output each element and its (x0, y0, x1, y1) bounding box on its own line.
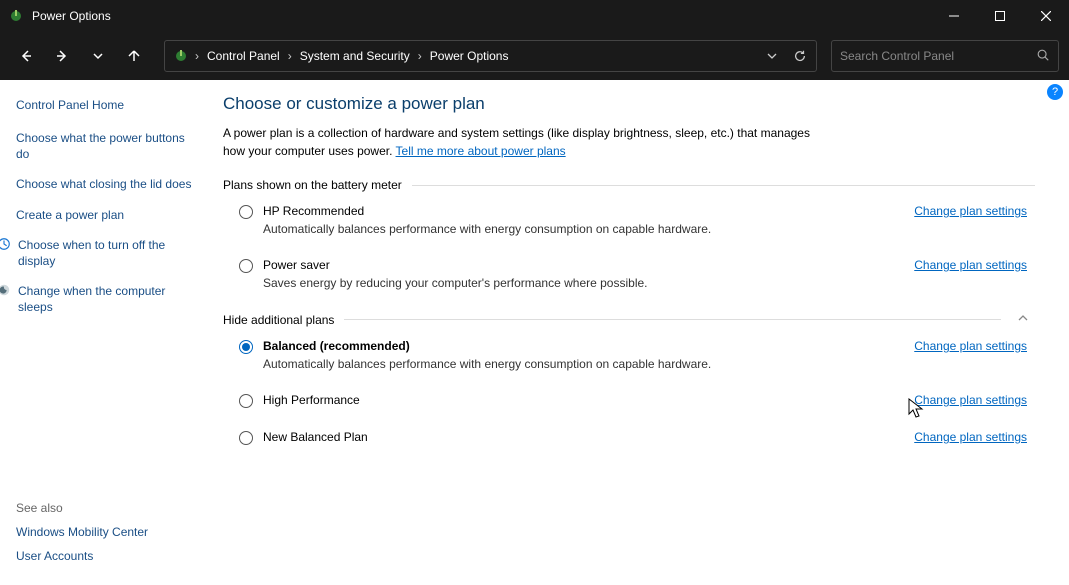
plan-title[interactable]: HP Recommended (263, 204, 364, 218)
radio-hp-recommended[interactable] (239, 205, 253, 219)
minimize-button[interactable] (931, 0, 977, 32)
see-also-label: See also (16, 501, 195, 515)
sidebar-link-turn-off-display[interactable]: Choose when to turn off the display (0, 237, 195, 269)
change-plan-settings-link[interactable]: Change plan settings (914, 430, 1035, 444)
radio-balanced[interactable] (239, 340, 253, 354)
plan-new-balanced: New Balanced Plan Change plan settings (223, 430, 1035, 449)
display-icon (0, 237, 12, 251)
change-plan-settings-link[interactable]: Change plan settings (914, 258, 1035, 272)
intro-text: A power plan is a collection of hardware… (223, 124, 823, 160)
divider (344, 319, 1001, 320)
window-title: Power Options (32, 9, 931, 23)
sidebar-link-create-plan[interactable]: Create a power plan (16, 207, 195, 223)
app-icon (8, 8, 24, 24)
titlebar: Power Options (0, 0, 1069, 32)
tell-me-more-link[interactable]: Tell me more about power plans (396, 144, 566, 158)
plan-title[interactable]: Balanced (recommended) (263, 339, 410, 353)
close-button[interactable] (1023, 0, 1069, 32)
sidebar-item-label: Choose when to turn off the display (18, 237, 195, 269)
maximize-button[interactable] (977, 0, 1023, 32)
page-title: Choose or customize a power plan (223, 94, 1035, 114)
change-plan-settings-link[interactable]: Change plan settings (914, 339, 1035, 353)
sleep-icon (0, 283, 12, 297)
seealso-user-accounts[interactable]: User Accounts (16, 549, 195, 563)
sidebar: Control Panel Home Choose what the power… (0, 80, 205, 585)
plan-high-performance: High Performance Change plan settings (223, 393, 1035, 412)
chevron-up-icon[interactable] (1011, 312, 1035, 327)
history-dropdown-icon[interactable] (762, 51, 782, 61)
plan-desc: Saves energy by reducing your computer's… (263, 276, 1035, 290)
breadcrumb-control-panel[interactable]: Control Panel (203, 49, 284, 63)
plan-title[interactable]: High Performance (263, 393, 360, 407)
breadcrumb-system-security[interactable]: System and Security (296, 49, 414, 63)
search-placeholder: Search Control Panel (840, 49, 1036, 63)
section-label: Plans shown on the battery meter (223, 178, 402, 192)
control-panel-home-link[interactable]: Control Panel Home (16, 98, 195, 112)
plan-hp-recommended: HP Recommended Change plan settings Auto… (223, 204, 1035, 240)
seealso-mobility-center[interactable]: Windows Mobility Center (16, 525, 195, 539)
section-hide-additional[interactable]: Hide additional plans (223, 312, 1035, 327)
divider (412, 185, 1035, 186)
change-plan-settings-link[interactable]: Change plan settings (914, 393, 1035, 407)
refresh-button[interactable] (790, 49, 810, 63)
location-icon (171, 48, 191, 64)
chevron-right-icon[interactable]: › (414, 49, 426, 63)
plan-title[interactable]: Power saver (263, 258, 330, 272)
address-bar[interactable]: › Control Panel › System and Security › … (164, 40, 817, 72)
section-label: Hide additional plans (223, 313, 334, 327)
plan-balanced: Balanced (recommended) Change plan setti… (223, 339, 1035, 375)
chevron-right-icon[interactable]: › (191, 49, 203, 63)
plan-desc: Automatically balances performance with … (263, 222, 1035, 236)
radio-power-saver[interactable] (239, 259, 253, 273)
navbar: › Control Panel › System and Security › … (0, 32, 1069, 80)
plan-desc: Automatically balances performance with … (263, 357, 1035, 371)
up-button[interactable] (118, 40, 150, 72)
sidebar-link-power-buttons[interactable]: Choose what the power buttons do (16, 130, 195, 162)
search-input[interactable]: Search Control Panel (831, 40, 1059, 72)
section-battery-meter: Plans shown on the battery meter (223, 178, 1035, 192)
main-panel: Choose or customize a power plan A power… (205, 80, 1069, 585)
sidebar-link-closing-lid[interactable]: Choose what closing the lid does (16, 176, 195, 192)
breadcrumb-power-options[interactable]: Power Options (426, 49, 513, 63)
sidebar-link-computer-sleeps[interactable]: Change when the computer sleeps (0, 283, 195, 315)
chevron-right-icon[interactable]: › (284, 49, 296, 63)
plan-title[interactable]: New Balanced Plan (263, 430, 368, 444)
search-icon (1036, 48, 1050, 65)
change-plan-settings-link[interactable]: Change plan settings (914, 204, 1035, 218)
radio-high-performance[interactable] (239, 394, 253, 408)
recent-locations-button[interactable] (82, 40, 114, 72)
help-icon[interactable]: ? (1047, 84, 1063, 100)
back-button[interactable] (10, 40, 42, 72)
sidebar-item-label: Change when the computer sleeps (18, 283, 195, 315)
radio-new-balanced[interactable] (239, 431, 253, 445)
content-area: ? Control Panel Home Choose what the pow… (0, 80, 1069, 585)
plan-power-saver: Power saver Change plan settings Saves e… (223, 258, 1035, 294)
forward-button[interactable] (46, 40, 78, 72)
